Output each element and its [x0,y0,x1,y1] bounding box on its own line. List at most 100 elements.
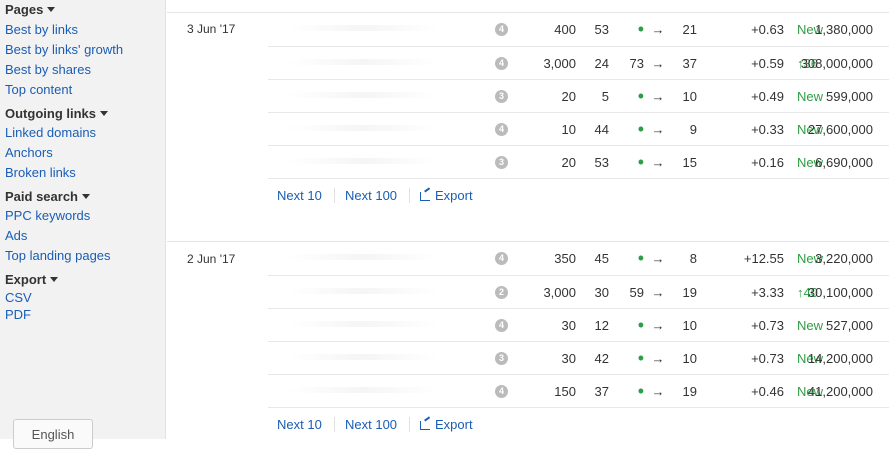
export-label: Export [435,188,473,203]
traffic-delta-cell: +0.73 [751,351,784,366]
previous-position-cell: • [637,348,644,368]
previous-position-cell: 59 [629,285,644,300]
sidebar-section-paid-search: Paid search PPC keywords Ads Top landing… [5,188,165,266]
sidebar-heading-paid-search[interactable]: Paid search [5,188,165,206]
sidebar-item-best-by-links-growth[interactable]: Best by links' growth [5,40,165,60]
traffic-cell: 1,380,000 [815,22,873,37]
language-button[interactable]: English [13,419,93,449]
previous-position-cell: • [637,152,644,172]
table-row[interactable]: 4 3,000 24 73 → 37 ↑36 +0.59 308,000,000 [268,46,889,79]
sidebar-item-ads[interactable]: Ads [5,226,165,246]
redacted-keyword [288,354,438,360]
caret-down-icon [82,194,90,199]
kd-cell: 53 [594,22,609,37]
volume-cell: 20 [561,89,576,104]
arrow-right-icon: → [651,122,665,137]
pagination-bar: Next 10 Next 100 Export [268,178,889,212]
sidebar-item-top-content[interactable]: Top content [5,80,165,100]
traffic-delta-cell: +0.59 [751,56,784,71]
sidebar-item-ppc-keywords[interactable]: PPC keywords [5,206,165,226]
table-row[interactable]: 3 30 42 • → 10 New +0.73 14,200,000 [268,341,889,374]
arrow-right-icon: → [651,155,665,170]
arrow-right-icon: → [651,22,665,37]
next-10-link[interactable]: Next 10 [277,179,322,212]
sidebar-section-pages: Pages Best by links Best by links' growt… [5,0,165,100]
traffic-cell: 308,000,000 [800,56,873,71]
redacted-keyword [288,125,438,131]
position-cell: 19 [682,384,697,399]
traffic-delta-cell: +0.49 [751,89,784,104]
volume-cell: 350 [554,251,576,266]
table-row[interactable]: 4 350 45 • → 8 New +12.55 3,220,000 [268,242,889,275]
table-row[interactable]: 4 10 44 • → 9 New +0.33 27,600,000 [268,112,889,145]
arrow-right-icon: → [651,251,665,266]
sidebar-item-linked-domains[interactable]: Linked domains [5,123,165,143]
previous-position-cell: • [637,86,644,106]
sidebar-heading-label: Outgoing links [5,106,96,121]
table-row[interactable]: 4 400 53 • → 21 New +0.63 1,380,000 [268,13,889,46]
redacted-keyword [288,387,438,393]
kd-cell: 53 [594,155,609,170]
sidebar-item-anchors[interactable]: Anchors [5,143,165,163]
position-cell: 19 [682,285,697,300]
traffic-delta-cell: +0.73 [751,318,784,333]
arrow-right-icon: → [651,318,665,333]
traffic-cell: 27,600,000 [807,122,873,137]
position-cell: 10 [682,89,697,104]
export-icon [420,192,430,201]
previous-position-cell: • [637,119,644,139]
sidebar-item-best-by-links[interactable]: Best by links [5,20,165,40]
sidebar-item-broken-links[interactable]: Broken links [5,163,165,183]
caret-down-icon [50,277,59,282]
export-link[interactable]: Export [420,408,473,441]
table-row[interactable]: 4 150 37 • → 19 New +0.46 41,200,000 [268,374,889,407]
traffic-delta-cell: +0.33 [751,122,784,137]
sidebar-item-best-by-shares[interactable]: Best by shares [5,60,165,80]
volume-cell: 400 [554,22,576,37]
sidebar-heading-export[interactable]: Export [5,271,165,289]
pager-divider [334,417,335,432]
kd-cell: 45 [594,251,609,266]
table-row[interactable]: 3 20 53 • → 15 New +0.16 6,690,000 [268,145,889,178]
kd-cell: 44 [594,122,609,137]
sidebar-heading-label: Export [5,272,47,287]
volume-cell: 3,000 [543,285,576,300]
position-cell: 37 [682,56,697,71]
volume-cell: 150 [554,384,576,399]
pager-divider [334,188,335,203]
traffic-delta-cell: +3.33 [751,285,784,300]
volume-cell: 3,000 [543,56,576,71]
next-100-link[interactable]: Next 100 [345,179,397,212]
position-cell: 10 [682,351,697,366]
table-row[interactable]: 4 30 12 • → 10 New +0.73 527,000 [268,308,889,341]
sidebar-heading-label: Paid search [5,189,78,204]
traffic-cell: 41,200,000 [807,384,873,399]
export-link[interactable]: Export [420,179,473,212]
arrow-right-icon: → [651,56,665,71]
previous-position-cell: 73 [629,56,644,71]
redacted-keyword [288,321,438,327]
table-row[interactable]: 2 3,000 30 59 → 19 ↑40 +3.33 30,100,000 [268,275,889,308]
arrow-right-icon: → [651,384,665,399]
traffic-delta-cell: +12.55 [743,251,784,266]
redacted-keyword [288,254,438,260]
pager-divider [409,417,410,432]
table-row[interactable]: 3 20 5 • → 10 New +0.49 599,000 [268,79,889,112]
volume-cell: 30 [561,318,576,333]
caret-down-icon [100,111,108,116]
sidebar-heading-outgoing-links[interactable]: Outgoing links [5,105,165,123]
sidebar-heading-pages[interactable]: Pages [5,0,165,20]
kd-cell: 37 [594,384,609,399]
traffic-delta-cell: +0.63 [751,22,784,37]
position-cell: 21 [682,22,697,37]
traffic-delta-cell: +0.46 [751,384,784,399]
sidebar-section-outgoing-links: Outgoing links Linked domains Anchors Br… [5,105,165,183]
next-100-link[interactable]: Next 100 [345,408,397,441]
sidebar-item-top-landing-pages[interactable]: Top landing pages [5,246,165,266]
sidebar-item-csv[interactable]: CSV [5,289,165,306]
main-content: 3 Jun '17 4 400 53 • → 21 New +0.63 1,380,000 4 3,… [167,0,889,439]
previous-position-cell: • [637,315,644,335]
sidebar-item-pdf[interactable]: PDF [5,306,165,323]
export-icon [420,421,430,430]
next-10-link[interactable]: Next 10 [277,408,322,441]
